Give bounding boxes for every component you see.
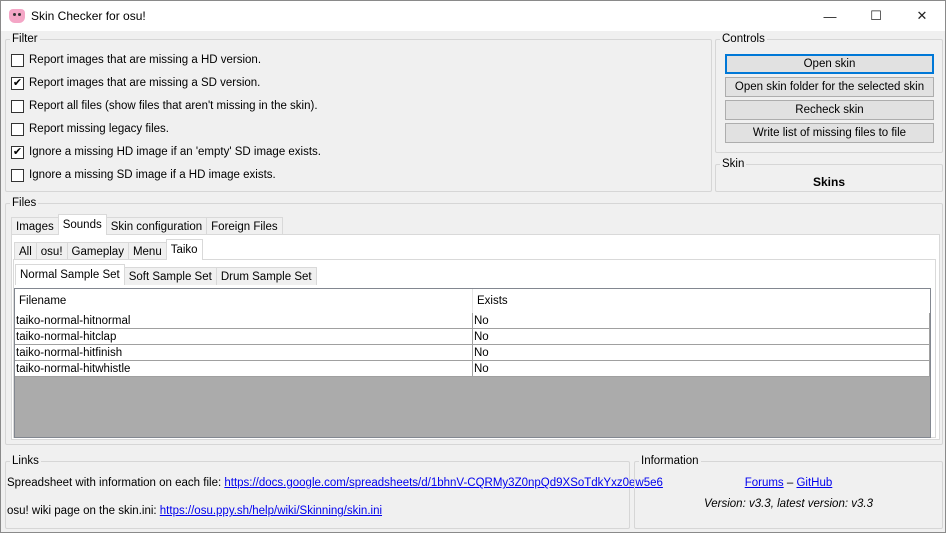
information-group-label: Information <box>639 455 701 467</box>
files-group-label: Files <box>10 197 39 209</box>
filter-option-report-all[interactable]: Report all files (show files that aren't… <box>11 98 318 114</box>
github-link[interactable]: GitHub <box>796 477 832 489</box>
cell-filename: taiko-normal-hitfinish <box>15 345 473 360</box>
skin-name: Skins <box>812 175 845 189</box>
tab-drum-sample-set[interactable]: Drum Sample Set <box>215 267 317 285</box>
tab-gameplay[interactable]: Gameplay <box>66 242 129 260</box>
tab-sounds[interactable]: Sounds <box>57 214 107 235</box>
sound-files-table: Filename Exists taiko-normal-hitnormal N… <box>14 288 931 438</box>
forums-link[interactable]: Forums <box>745 477 784 489</box>
filter-option-missing-legacy[interactable]: Report missing legacy files. <box>11 121 169 137</box>
cell-exists: No <box>473 345 930 360</box>
tab-skin-configuration[interactable]: Skin configuration <box>105 217 208 235</box>
tab-osu[interactable]: osu! <box>35 242 68 260</box>
links-group: Links <box>5 455 630 529</box>
version-info: Version: v3.3, latest version: v3.3 <box>704 498 873 510</box>
cell-filename: taiko-normal-hitclap <box>15 329 473 344</box>
wiki-text: osu! wiki page on the skin.ini: <box>7 505 160 517</box>
maximize-button[interactable]: ☐ <box>853 1 899 31</box>
filter-option-label: Report all files (show files that aren't… <box>29 100 318 112</box>
table-row[interactable]: taiko-normal-hitnormal No <box>15 313 930 329</box>
table-header: Filename Exists <box>15 289 930 313</box>
filter-option-label: Report images that are missing a SD vers… <box>29 77 261 89</box>
filter-option-missing-sd[interactable]: ✔ Report images that are missing a SD ve… <box>11 75 260 91</box>
write-missing-list-button[interactable]: Write list of missing files to file <box>725 123 934 143</box>
table-row[interactable]: taiko-normal-hitclap No <box>15 329 930 345</box>
column-header-exists[interactable]: Exists <box>473 289 930 313</box>
title-bar: Skin Checker for osu! — ☐ ✕ <box>1 1 945 31</box>
tab-taiko[interactable]: Taiko <box>165 239 203 260</box>
filter-option-ignore-sd[interactable]: Ignore a missing SD image if a HD image … <box>11 167 276 183</box>
information-group: Information <box>634 455 943 529</box>
tab-menu[interactable]: Menu <box>127 242 167 260</box>
filter-option-label: Report images that are missing a HD vers… <box>29 54 262 66</box>
recheck-skin-button[interactable]: Recheck skin <box>725 100 934 120</box>
tab-foreign-files[interactable]: Foreign Files <box>206 217 283 235</box>
info-separator: – <box>783 477 797 489</box>
filter-option-label: Ignore a missing SD image if a HD image … <box>29 169 276 181</box>
app-icon <box>9 9 25 23</box>
checkbox[interactable]: ✔ <box>11 145 24 159</box>
cell-filename: taiko-normal-hitnormal <box>15 313 473 328</box>
open-skin-folder-button[interactable]: Open skin folder for the selected skin <box>725 77 934 97</box>
app-window: Skin Checker for osu! — ☐ ✕ Filter Repor… <box>0 0 946 533</box>
wiki-link[interactable]: https://osu.ppy.sh/help/wiki/Skinning/sk… <box>160 505 382 517</box>
filter-option-missing-hd[interactable]: Report images that are missing a HD vers… <box>11 52 261 68</box>
filter-group-label: Filter <box>10 33 40 45</box>
cell-exists: No <box>473 361 930 376</box>
table-row[interactable]: taiko-normal-hitfinish No <box>15 345 930 361</box>
tab-normal-sample-set[interactable]: Normal Sample Set <box>15 264 125 285</box>
table-row[interactable]: taiko-normal-hitwhistle No <box>15 361 930 377</box>
checkbox[interactable] <box>11 168 24 182</box>
wiki-line: osu! wiki page on the skin.ini: https://… <box>7 505 382 517</box>
skin-group-label: Skin <box>720 158 747 170</box>
tab-all[interactable]: All <box>14 242 37 260</box>
cell-exists: No <box>473 329 930 344</box>
links-group-label: Links <box>10 455 41 467</box>
window-controls: — ☐ ✕ <box>807 1 945 31</box>
tab-images[interactable]: Images <box>11 217 59 235</box>
sample-set-tabs: Normal Sample Set Soft Sample Set Drum S… <box>15 264 317 285</box>
info-links: Forums – GitHub <box>634 477 943 489</box>
filter-option-ignore-hd[interactable]: ✔ Ignore a missing HD image if an 'empty… <box>11 144 321 160</box>
files-tabs: Images Sounds Skin configuration Foreign… <box>11 214 283 235</box>
controls-group-label: Controls <box>720 33 767 45</box>
checkbox[interactable] <box>11 99 24 113</box>
column-header-filename[interactable]: Filename <box>15 289 473 313</box>
close-button[interactable]: ✕ <box>899 1 945 31</box>
minimize-button[interactable]: — <box>807 1 853 31</box>
sound-category-tabs: All osu! Gameplay Menu Taiko <box>14 239 203 260</box>
open-skin-button[interactable]: Open skin <box>725 54 934 74</box>
filter-option-label: Report missing legacy files. <box>29 123 169 135</box>
filter-option-label: Ignore a missing HD image if an 'empty' … <box>29 146 322 158</box>
window-title: Skin Checker for osu! <box>31 9 146 23</box>
checkbox[interactable]: ✔ <box>11 76 24 90</box>
cell-filename: taiko-normal-hitwhistle <box>15 361 473 376</box>
cell-exists: No <box>473 313 930 328</box>
spreadsheet-line: Spreadsheet with information on each fil… <box>7 477 663 489</box>
checkbox[interactable] <box>11 122 24 136</box>
spreadsheet-link[interactable]: https://docs.google.com/spreadsheets/d/1… <box>224 477 663 489</box>
checkbox[interactable] <box>11 53 24 67</box>
tab-soft-sample-set[interactable]: Soft Sample Set <box>123 267 217 285</box>
spreadsheet-text: Spreadsheet with information on each fil… <box>7 477 225 489</box>
